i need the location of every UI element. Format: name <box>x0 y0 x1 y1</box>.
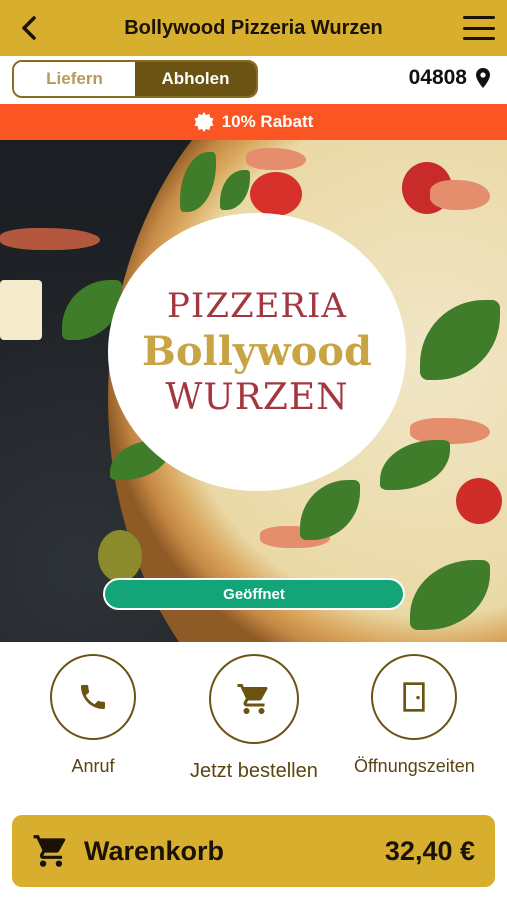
opening-hours-action[interactable]: Öffnungszeiten <box>354 654 475 777</box>
hero-image: PIZZERIA Bollywood WURZEN Geöffnet <box>0 140 507 642</box>
discount-text: 10% Rabatt <box>221 112 314 131</box>
location-selector[interactable]: 04808 <box>409 66 491 90</box>
order-mode-bar: Liefern Abholen 04808 <box>0 56 507 104</box>
cheese-piece <box>0 280 42 340</box>
location-pin-icon <box>476 68 490 88</box>
restaurant-logo: PIZZERIA Bollywood WURZEN <box>108 213 406 491</box>
menu-line <box>463 26 495 30</box>
order-now-action[interactable]: Jetzt bestellen <box>190 654 318 783</box>
logo-line-bollywood: Bollywood <box>142 328 372 375</box>
salmon-topping <box>0 228 100 250</box>
caper-berry <box>98 530 142 582</box>
order-now-button[interactable] <box>208 654 299 744</box>
logo-line-pizzeria: PIZZERIA <box>167 286 347 326</box>
cart-icon <box>33 835 66 867</box>
call-label: Anruf <box>71 756 115 776</box>
call-action[interactable]: Anruf <box>50 654 136 777</box>
quick-actions: Anruf Jetzt bestellen Öffnungszeiten <box>0 642 507 802</box>
open-status-badge: Geöffnet <box>103 578 405 610</box>
phone-icon <box>81 685 105 709</box>
delivery-pickup-toggle: Liefern Abholen <box>12 60 258 98</box>
badge-icon <box>194 112 214 132</box>
opening-hours-label: Öffnungszeiten <box>354 756 475 776</box>
cart-label: Warenkorb <box>84 835 225 866</box>
cart-icon <box>237 684 268 714</box>
option-abholen[interactable]: Abholen <box>135 62 256 96</box>
chevron-left-icon <box>22 16 36 40</box>
opening-hours-button[interactable] <box>371 654 458 740</box>
app-header: Bollywood Pizzeria Wurzen <box>0 0 507 56</box>
cart-button[interactable]: Warenkorb 32,40 € <box>12 815 495 887</box>
logo-line-wurzen: WURZEN <box>165 377 349 418</box>
hamburger-menu-button[interactable] <box>461 13 497 43</box>
option-liefern[interactable]: Liefern <box>14 62 135 96</box>
order-now-label: Jetzt bestellen <box>190 760 318 782</box>
menu-line <box>463 16 495 19</box>
salmon-topping <box>246 148 306 170</box>
page-title: Bollywood Pizzeria Wurzen <box>124 16 383 39</box>
door-icon <box>403 682 426 712</box>
salmon-topping <box>430 180 490 210</box>
discount-banner: 10% Rabatt <box>0 104 507 140</box>
tomato-topping <box>250 172 302 216</box>
back-button[interactable] <box>14 12 44 44</box>
tomato-topping <box>456 478 502 524</box>
menu-line <box>463 37 495 40</box>
cart-total: 32,40 € <box>384 835 475 866</box>
call-button[interactable] <box>50 654 136 740</box>
zip-code: 04808 <box>408 66 467 89</box>
